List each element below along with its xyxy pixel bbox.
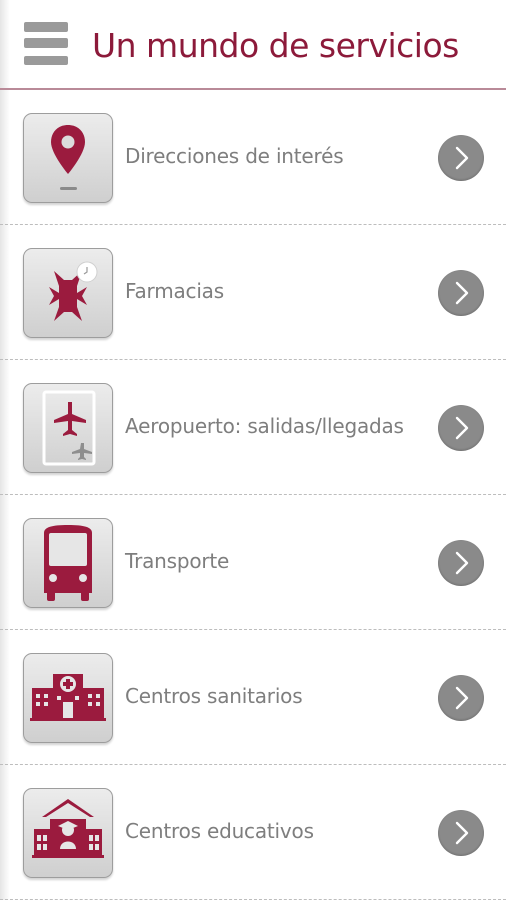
app-header: Un mundo de servicios	[0, 0, 506, 90]
school-icon	[32, 799, 104, 858]
chevron-right-icon[interactable]	[438, 135, 484, 181]
list-item-farmacias[interactable]: Farmacias	[0, 225, 506, 360]
tile-centros-sanitarios	[23, 653, 113, 743]
list-item-label: Farmacias	[125, 279, 224, 303]
list-item-centros-educativos[interactable]: Centros educativos	[0, 765, 506, 900]
list-item-centros-sanitarios[interactable]: Centros sanitarios	[0, 630, 506, 765]
list-item-label: Transporte	[125, 549, 230, 573]
chevron-right-icon[interactable]	[438, 675, 484, 721]
chevron-right-icon[interactable]	[438, 540, 484, 586]
map-pin-icon	[51, 125, 85, 190]
hamburger-menu-icon[interactable]	[24, 22, 68, 68]
pharmacy-cross-icon	[49, 261, 98, 321]
tile-farmacias	[23, 248, 113, 338]
hospital-icon	[30, 674, 106, 721]
bus-icon	[44, 525, 92, 601]
tile-direcciones	[23, 113, 113, 203]
tile-centros-educativos	[23, 788, 113, 878]
list-item-label: Direcciones de interés	[125, 144, 344, 168]
list-item-label: Centros sanitarios	[125, 684, 303, 708]
services-list: Direcciones de interés Farmacias Aeropue…	[0, 90, 506, 900]
page-title: Un mundo de servicios	[92, 26, 459, 65]
list-item-label: Aeropuerto: salidas/llegadas	[125, 414, 404, 438]
app-screen: Un mundo de servicios Direcciones de int…	[0, 0, 506, 900]
chevron-right-icon[interactable]	[438, 810, 484, 856]
list-item-label: Centros educativos	[125, 819, 314, 843]
chevron-right-icon[interactable]	[438, 405, 484, 451]
list-item-transporte[interactable]: Transporte	[0, 495, 506, 630]
chevron-right-icon[interactable]	[438, 270, 484, 316]
list-item-aeropuerto[interactable]: Aeropuerto: salidas/llegadas	[0, 360, 506, 495]
tile-transporte	[23, 518, 113, 608]
airport-plane-icon	[42, 390, 96, 466]
tile-aeropuerto	[23, 383, 113, 473]
list-item-direcciones[interactable]: Direcciones de interés	[0, 90, 506, 225]
